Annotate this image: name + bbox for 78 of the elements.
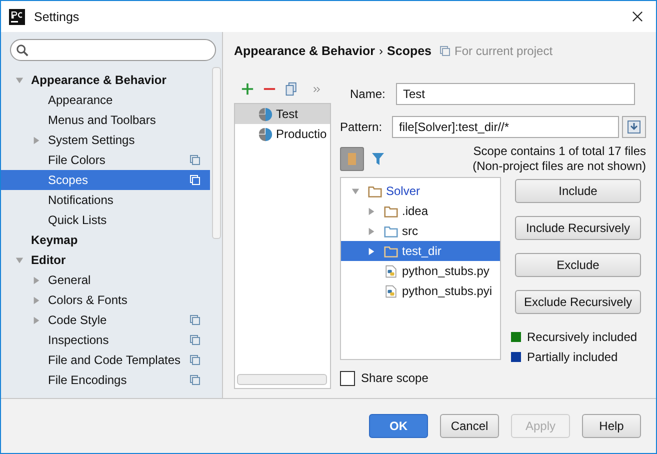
legend-label: Recursively included (527, 330, 638, 344)
import-icon (627, 120, 641, 134)
tree-node[interactable]: .idea (341, 201, 500, 221)
expand-arrow-icon[interactable] (32, 136, 41, 144)
sidebar-item[interactable]: Keymap (1, 230, 210, 250)
name-field[interactable]: Test (396, 83, 635, 105)
dialog-button[interactable]: Help (582, 414, 641, 438)
expand-arrow-icon[interactable] (351, 186, 360, 196)
search-field[interactable] (10, 39, 216, 61)
expand-arrow-icon[interactable] (32, 296, 41, 304)
sidebar-item[interactable]: File Colors (1, 150, 210, 170)
expand-arrow-icon[interactable] (367, 206, 376, 216)
folder-icon (384, 244, 398, 258)
pie-icon (258, 106, 273, 122)
tree-node[interactable]: test_dir (341, 241, 500, 261)
project-level-icon (440, 46, 450, 56)
python-file-icon (384, 284, 398, 298)
sidebar-item[interactable]: Code Style (1, 310, 210, 330)
expand-arrow-icon[interactable] (32, 276, 41, 284)
close-icon[interactable] (632, 11, 643, 22)
window-title: Settings (34, 10, 80, 24)
sidebar-item[interactable]: Colors & Fonts (1, 290, 210, 310)
expand-arrow-icon[interactable] (32, 316, 41, 324)
sidebar-item[interactable]: Menus and Toolbars (1, 110, 210, 130)
folder-icon (384, 224, 398, 238)
sidebar-item[interactable]: Quick Lists (1, 210, 210, 230)
scope-item[interactable]: Productio (235, 124, 330, 144)
sidebar-item[interactable]: Scopes (1, 170, 210, 190)
dialog-button[interactable]: OK (369, 414, 428, 438)
copy-icon[interactable] (285, 82, 298, 96)
sidebar-item[interactable]: Notifications (1, 190, 210, 210)
sidebar-item[interactable]: General (1, 270, 210, 290)
sidebar-item[interactable]: Appearance (1, 90, 210, 110)
breadcrumb-item: Scopes (387, 44, 432, 58)
sidebar-item[interactable]: Editor (1, 250, 210, 270)
pie-icon (258, 126, 273, 142)
summary-text: Scope contains 1 of total 17 files (473, 144, 646, 159)
action-button[interactable]: Include Recursively (515, 216, 641, 240)
tree-node[interactable]: python_stubs.py (341, 261, 500, 281)
pattern-field[interactable]: file[Solver]:test_dir//* (392, 116, 619, 138)
more-icon[interactable] (313, 86, 321, 92)
search-icon (16, 44, 29, 56)
summary-text: (Non-project files are not shown) (472, 159, 646, 174)
tree-node[interactable]: src (341, 221, 500, 241)
checkbox-label: Share scope (361, 371, 428, 385)
action-button[interactable]: Include (515, 179, 641, 203)
file-icon (348, 153, 356, 165)
legend-label: Partially included (527, 350, 618, 364)
scrollbar[interactable] (237, 374, 327, 385)
action-button[interactable]: Exclude (515, 253, 641, 277)
field-label: Name: (350, 87, 386, 101)
action-button[interactable]: Exclude Recursively (515, 290, 641, 314)
folder-icon (368, 184, 382, 198)
field-label: Pattern: (340, 120, 384, 134)
sidebar-item[interactable]: Inspections (1, 330, 210, 350)
sidebar-item[interactable]: File Encodings (1, 370, 210, 390)
sidebar-item[interactable]: System Settings (1, 130, 210, 150)
app-logo-icon (9, 8, 25, 24)
breadcrumb-item: Appearance & Behavior (234, 44, 376, 58)
python-file-icon (384, 264, 398, 278)
dialog-button[interactable]: Cancel (440, 414, 499, 438)
filter-icon[interactable] (372, 152, 384, 166)
folder-icon (384, 204, 398, 218)
tree-node[interactable]: Solver (341, 181, 500, 201)
add-icon[interactable] (241, 82, 254, 96)
checkbox[interactable] (340, 370, 355, 386)
expand-arrow-icon[interactable] (367, 226, 376, 236)
pattern-builder-button[interactable] (622, 116, 646, 138)
scope-note: For current project (454, 44, 553, 58)
toggle-button[interactable] (340, 147, 364, 171)
expand-arrow-icon[interactable] (15, 256, 24, 264)
expand-arrow-icon[interactable] (15, 76, 24, 84)
expand-arrow-icon[interactable] (367, 246, 376, 256)
sidebar-item[interactable]: Appearance & Behavior (1, 70, 210, 90)
tree-node[interactable]: python_stubs.pyi (341, 281, 500, 301)
scope-item[interactable]: Test (235, 104, 330, 124)
sidebar-item[interactable]: File and Code Templates (1, 350, 210, 370)
breadcrumb-separator: › (379, 44, 384, 58)
